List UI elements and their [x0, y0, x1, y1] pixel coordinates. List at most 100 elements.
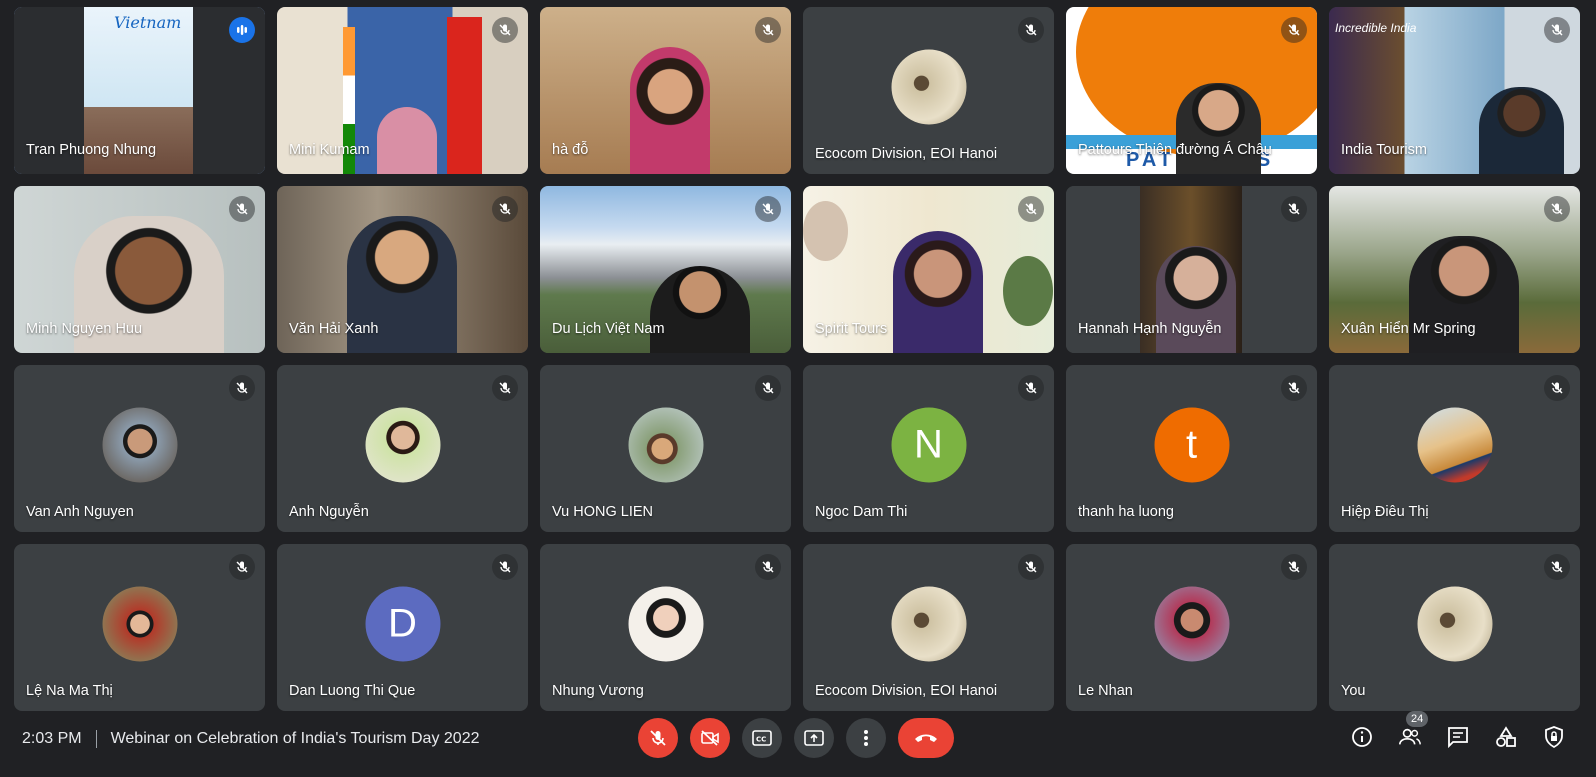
participant-name: Tran Phuong Nhung [26, 142, 157, 158]
mic-off-icon [1281, 17, 1307, 43]
mic-off-icon [229, 375, 255, 401]
more-options-button[interactable] [846, 718, 886, 758]
mic-off-icon [1544, 375, 1570, 401]
activities-button[interactable] [1494, 725, 1518, 749]
participant-name: Hannah Hạnh Nguyễn [1078, 321, 1222, 337]
current-time: 2:03 PM [22, 730, 82, 747]
bottom-toolbar: 2:03 PM Webinar on Celebration of India'… [0, 711, 1596, 777]
mic-toggle-button[interactable] [638, 718, 678, 758]
participant-tile[interactable]: D Dan Luong Thi Que [277, 544, 528, 711]
participant-name: Minh Nguyen Huu [26, 321, 143, 337]
participant-name: Ngoc Dam Thi [815, 504, 908, 520]
mic-off-icon [1018, 196, 1044, 222]
participant-tile[interactable]: Vietnam Tran Phuong Nhung [14, 7, 265, 174]
mic-off-icon [650, 730, 666, 746]
participant-name: Pattours Thiên đường Á Châu [1078, 142, 1272, 158]
participant-tile[interactable]: Incredible India India Tourism [1329, 7, 1580, 174]
meeting-details-button[interactable] [1350, 725, 1374, 749]
hang-up-icon [915, 734, 937, 742]
participant-tile[interactable]: Minh Nguyen Huu [14, 186, 265, 353]
mic-off-icon [1018, 554, 1044, 580]
participant-tile[interactable]: Hiệp Điêu Thị [1329, 365, 1580, 532]
camera-off-icon [701, 730, 719, 746]
participant-name: Lệ Na Ma Thị [26, 683, 113, 699]
mic-off-icon [1018, 17, 1044, 43]
participant-name: Hiệp Điêu Thị [1341, 504, 1429, 520]
participant-name: hà đỗ [552, 142, 589, 158]
participant-name: Du Lịch Việt Nam [552, 321, 665, 337]
avatar [891, 586, 966, 662]
avatar-letter: N [891, 407, 966, 483]
avatar [1417, 586, 1492, 662]
participant-name: thanh ha luong [1078, 504, 1174, 520]
participant-tile[interactable]: Hannah Hạnh Nguyễn [1066, 186, 1317, 353]
mic-off-icon [755, 554, 781, 580]
avatar [1417, 407, 1492, 483]
avatar [102, 407, 177, 483]
avatar [628, 407, 703, 483]
participant-tile[interactable]: t thanh ha luong [1066, 365, 1317, 532]
mic-off-icon [1281, 196, 1307, 222]
participant-name: Ecocom Division, EOI Hanoi [815, 683, 998, 699]
participant-tile[interactable]: Xuân Hiển Mr Spring [1329, 186, 1580, 353]
participant-tile[interactable]: Vu HONG LIEN [540, 365, 791, 532]
participant-tile[interactable]: Anh Nguyễn [277, 365, 528, 532]
participant-tile[interactable]: You [1329, 544, 1580, 711]
mic-off-icon [1281, 554, 1307, 580]
chat-icon [1448, 727, 1468, 749]
present-icon [804, 730, 824, 746]
svg-text:CC: CC [756, 736, 766, 744]
side-panel-controls: 24 [1350, 711, 1566, 749]
mic-off-icon [1544, 196, 1570, 222]
avatar [102, 586, 177, 662]
participant-name: Dan Luong Thi Que [289, 683, 416, 699]
meeting-title: Webinar on Celebration of India's Touris… [110, 730, 480, 747]
participant-tile[interactable]: hà đỗ [540, 7, 791, 174]
participant-tile[interactable]: Ecocom Division, EOI Hanoi [803, 544, 1054, 711]
mic-off-icon [755, 196, 781, 222]
mic-off-icon [1544, 554, 1570, 580]
participant-name: Van Anh Nguyen [26, 504, 134, 520]
mic-off-icon [492, 196, 518, 222]
mic-off-icon [492, 554, 518, 580]
mic-off-icon [229, 554, 255, 580]
participant-name: Anh Nguyễn [289, 504, 369, 520]
captions-icon: CC [752, 730, 772, 746]
participant-tile[interactable]: Lệ Na Ma Thị [14, 544, 265, 711]
present-button[interactable] [794, 718, 834, 758]
participant-name: Spirit Tours [815, 321, 888, 337]
participant-tile[interactable]: Văn Hải Xanh [277, 186, 528, 353]
participant-tile[interactable]: Du Lịch Việt Nam [540, 186, 791, 353]
participant-tile[interactable]: Spirit Tours [803, 186, 1054, 353]
shield-lock-icon [1545, 726, 1563, 749]
mic-off-icon [755, 375, 781, 401]
participant-tile[interactable]: Nhung Vương [540, 544, 791, 711]
speaking-icon [229, 17, 255, 43]
participant-name: Xuân Hiển Mr Spring [1341, 321, 1476, 337]
participant-tile[interactable]: Van Anh Nguyen [14, 365, 265, 532]
avatar [1154, 586, 1229, 662]
camera-toggle-button[interactable] [690, 718, 730, 758]
participant-tile[interactable]: PAT TOURS Pattours Thiên đường Á Châu [1066, 7, 1317, 174]
participant-tile[interactable]: Ecocom Division, EOI Hanoi [803, 7, 1054, 174]
avatar [628, 586, 703, 662]
participant-tile[interactable]: Mini Kumam [277, 7, 528, 174]
avatar [365, 407, 440, 483]
host-controls-button[interactable] [1542, 725, 1566, 749]
participant-name: Mini Kumam [289, 142, 370, 158]
mic-off-icon [1018, 375, 1044, 401]
mic-off-icon [492, 375, 518, 401]
participant-name: Vu HONG LIEN [552, 504, 653, 520]
chat-button[interactable] [1446, 725, 1470, 749]
captions-button[interactable]: CC [742, 718, 782, 758]
avatar-letter: t [1154, 407, 1229, 483]
vietnam-logo-icon: Vietnam [114, 13, 182, 32]
participant-name: Văn Hải Xanh [289, 321, 379, 337]
participant-tile[interactable]: Le Nhan [1066, 544, 1317, 711]
people-button[interactable]: 24 [1398, 711, 1429, 749]
divider [95, 730, 97, 748]
mic-off-icon [755, 17, 781, 43]
leave-call-button[interactable] [898, 718, 954, 758]
participant-tile[interactable]: N Ngoc Dam Thi [803, 365, 1054, 532]
more-vert-icon [864, 730, 868, 746]
